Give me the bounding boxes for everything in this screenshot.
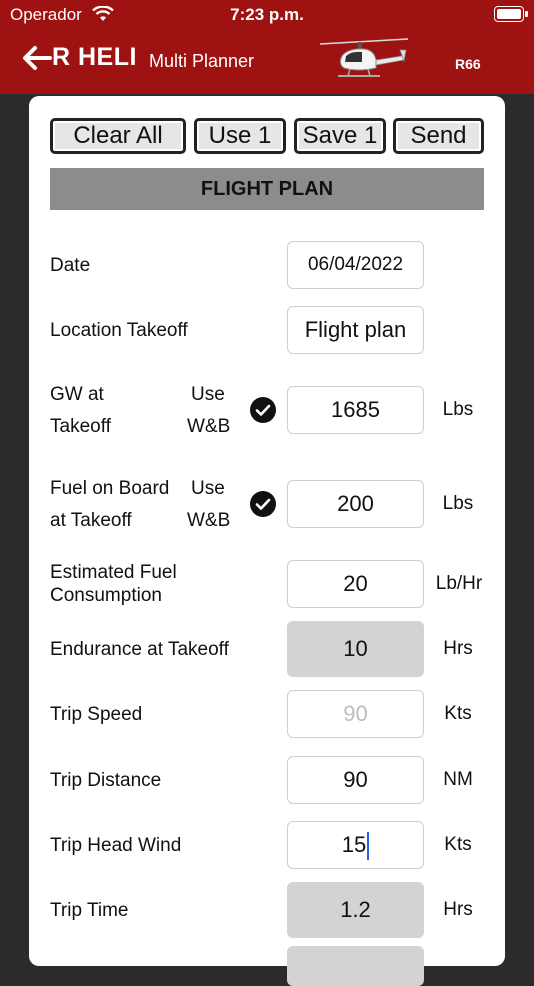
gw-use-wb-line1: Use (191, 384, 225, 405)
trip-speed-field[interactable]: 90 (287, 690, 424, 738)
gw-label-line2: Takeoff (50, 416, 111, 437)
trip-speed-unit: Kts (444, 703, 472, 724)
date-field[interactable]: 06/04/2022 (287, 241, 424, 289)
gw-unit: Lbs (442, 399, 474, 420)
fuel-on-board-field[interactable]: 200 (287, 480, 424, 528)
battery-icon (494, 6, 528, 22)
flight-plan-sheet: Clear All Use 1 Save 1 Send FLIGHT PLAN … (29, 96, 505, 986)
endurance-field: 10 (287, 621, 424, 677)
trip-distance-unit: NM (443, 769, 473, 790)
trip-speed-label: Trip Speed (50, 704, 143, 725)
app-brand: R HELI (52, 43, 137, 71)
trip-head-wind-field[interactable]: 15 (287, 821, 424, 869)
gw-use-wb-line2: W&B (187, 416, 231, 437)
status-bar: Operador 7:23 p.m. (0, 0, 534, 30)
trip-head-wind-unit: Kts (444, 834, 472, 855)
send-button[interactable]: Send (393, 118, 484, 154)
clear-all-button[interactable]: Clear All (50, 118, 186, 154)
helicopter-icon (318, 34, 410, 97)
est-fuel-consumption-field[interactable]: 20 (287, 560, 424, 608)
fuel-label-line1: Fuel on Board (50, 478, 170, 499)
trip-time-unit: Hrs (443, 899, 473, 920)
app-header: R HELI Multi Planner R66 (0, 30, 534, 94)
section-title: FLIGHT PLAN (50, 168, 484, 210)
date-label: Date (50, 255, 91, 276)
trip-time-field: 1.2 (287, 882, 424, 938)
endurance-label: Endurance at Takeoff (50, 639, 229, 660)
use-1-button[interactable]: Use 1 (194, 118, 286, 154)
est-fuel-label-line1: Estimated Fuel (50, 562, 177, 583)
clock: 7:23 p.m. (230, 5, 304, 24)
text-cursor (367, 832, 370, 861)
trip-time-label: Trip Time (50, 900, 129, 921)
location-takeoff-label: Location Takeoff (50, 320, 188, 341)
save-1-button[interactable]: Save 1 (294, 118, 386, 154)
gw-label-line1: GW at (50, 384, 104, 405)
est-fuel-label-line2: Consumption (50, 585, 162, 606)
next-row-field (287, 946, 424, 986)
fuel-use-wb-line2: W&B (187, 510, 231, 531)
gw-takeoff-field[interactable]: 1685 (287, 386, 424, 434)
model-label: R66 (455, 56, 481, 72)
app-subtitle: Multi Planner (149, 51, 255, 71)
gw-use-wb-checkmark-icon[interactable] (250, 397, 276, 423)
trip-head-wind-label: Trip Head Wind (50, 835, 182, 856)
est-fuel-unit: Lb/Hr (435, 573, 483, 594)
fuel-unit: Lbs (442, 493, 474, 514)
trip-distance-label: Trip Distance (50, 770, 162, 791)
fuel-use-wb-line1: Use (191, 478, 225, 499)
fuel-label-line2: at Takeoff (50, 510, 132, 531)
trip-distance-field[interactable]: 90 (287, 756, 424, 804)
fuel-use-wb-checkmark-icon[interactable] (250, 491, 276, 517)
endurance-unit: Hrs (443, 638, 473, 659)
trip-head-wind-value: 15 (341, 832, 367, 857)
back-arrow-icon[interactable] (20, 42, 52, 74)
location-takeoff-field[interactable]: Flight plan (287, 306, 424, 354)
